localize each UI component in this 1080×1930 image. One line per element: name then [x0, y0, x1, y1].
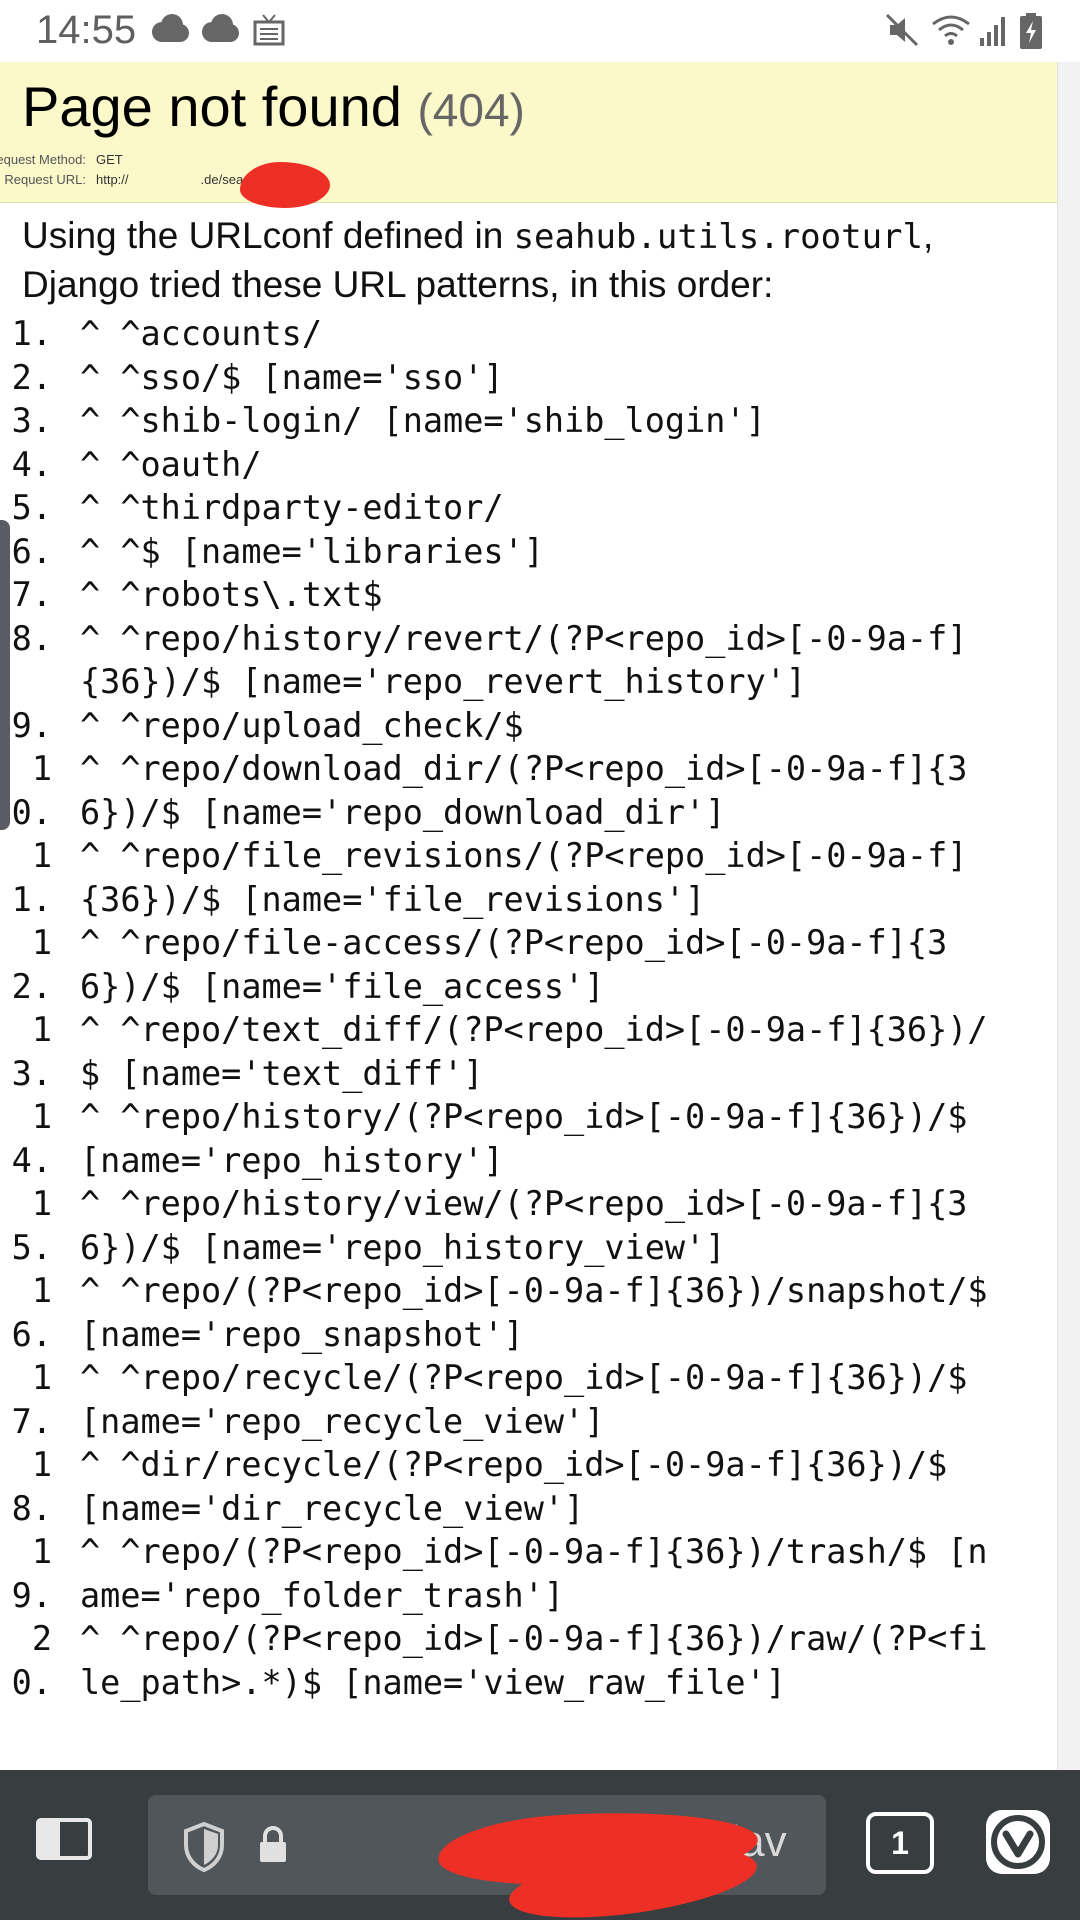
url-pattern-item: 9. ^ ^repo/upload_check/$: [0, 704, 1058, 748]
pattern-text: ^ ^repo/file-access/(?P<repo_id>[-0-9a-f…: [80, 923, 948, 1006]
cloud-icon: [152, 14, 189, 42]
url-pattern-item: 14. ^ ^repo/history/(?P<repo_id>[-0-9a-f]…: [0, 1095, 1058, 1182]
url-pattern-item: 20. ^ ^repo/(?P<repo_id>[-0-9a-f]{36})/ra…: [0, 1617, 1058, 1704]
url-pattern-item: 10. ^ ^repo/download_dir/(?P<repo_id>[-0-…: [0, 747, 1058, 834]
error-code: (404): [417, 84, 525, 136]
cloud-icon: [202, 14, 239, 42]
url-pattern-item: 8. ^ ^repo/history/revert/(?P<repo_id>[-0…: [0, 617, 1058, 704]
signal-icon: [980, 17, 1005, 46]
page-title: Page not found (404): [22, 74, 525, 139]
pattern-text: ^ ^oauth/: [80, 444, 262, 484]
request-method-row: Request Method: GET: [0, 152, 123, 167]
url-pattern-item: 2. ^ ^sso/$ [name='sso']: [0, 356, 1058, 400]
error-page: Page not found (404) Request Method:GET …: [0, 62, 1058, 1770]
url-pattern-item: 3. ^ ^shib-login/ [name='shib_login']: [0, 399, 1058, 443]
battery-charging-icon: [1020, 13, 1042, 49]
request-url-row: Request URL: http://.de/seadav: [0, 172, 264, 187]
pattern-number: 15.: [11, 1184, 52, 1267]
pattern-text: ^ ^repo/history/(?P<repo_id>[-0-9a-f]{36…: [80, 1097, 968, 1180]
url-pattern-item: 15. ^ ^repo/history/view/(?P<repo_id>[-0-…: [0, 1182, 1058, 1269]
url-pattern-item: 5. ^ ^thirdparty-editor/: [0, 486, 1058, 530]
lock-icon: [260, 1826, 286, 1862]
request-method-label: Request Method:: [0, 152, 86, 167]
pattern-number: 18.: [11, 1445, 52, 1528]
request-url-prefix: http://: [96, 172, 129, 187]
pattern-number: 4.: [11, 444, 52, 484]
status-bar: 14:55: [0, 0, 1080, 62]
pattern-text: ^ ^repo/(?P<repo_id>[-0-9a-f]{36})/raw/(…: [80, 1619, 988, 1702]
pattern-text: ^ ^repo/download_dir/(?P<repo_id>[-0-9a-…: [80, 749, 968, 832]
vivaldi-menu-button[interactable]: [986, 1810, 1050, 1874]
error-summary: Page not found (404) Request Method:GET …: [0, 62, 1058, 208]
pattern-number: 14.: [11, 1097, 52, 1180]
url-pattern-item: 6. ^ ^$ [name='libraries']: [0, 530, 1058, 574]
pattern-number: 19.: [11, 1532, 52, 1615]
tab-count-button[interactable]: 1: [866, 1812, 934, 1874]
pattern-number: 12.: [11, 923, 52, 1006]
pattern-number: 20.: [11, 1619, 52, 1702]
url-pattern-item: 16. ^ ^repo/(?P<repo_id>[-0-9a-f]{36})/sn…: [0, 1269, 1058, 1356]
pattern-number: 2.: [11, 357, 52, 397]
pattern-number: 13.: [11, 1010, 52, 1093]
news-icon: [253, 14, 285, 46]
url-pattern-item: 17. ^ ^repo/recycle/(?P<repo_id>[-0-9a-f]…: [0, 1356, 1058, 1443]
pattern-text: ^ ^$ [name='libraries']: [80, 531, 544, 571]
url-pattern-item: 1. ^ ^accounts/: [0, 312, 1058, 356]
vertical-scrollbar[interactable]: [1057, 62, 1080, 1770]
url-pattern-item: 11. ^ ^repo/file_revisions/(?P<repo_id>[-…: [0, 834, 1058, 921]
pattern-number: 1.: [11, 314, 52, 353]
url-pattern-item: 7. ^ ^robots\.txt$: [0, 573, 1058, 617]
pattern-number: 17.: [11, 1358, 52, 1441]
pattern-text: ^ ^sso/$ [name='sso']: [80, 357, 504, 397]
request-url-label: Request URL:: [4, 172, 86, 187]
urlconf-module: seahub.utils.rooturl: [513, 217, 923, 257]
url-pattern-item: 12. ^ ^repo/file-access/(?P<repo_id>[-0-9…: [0, 921, 1058, 1008]
info-prefix: Using the URLconf defined in: [22, 215, 514, 256]
pattern-number: 16.: [11, 1271, 52, 1354]
info-line2: Django tried these URL patterns, in this…: [22, 264, 774, 305]
pattern-text: ^ ^dir/recycle/(?P<repo_id>[-0-9a-f]{36}…: [80, 1445, 948, 1528]
side-panel-handle[interactable]: [0, 520, 10, 830]
url-pattern-list: 1. ^ ^accounts/ 2. ^ ^sso/$ [name='sso'] 3…: [0, 312, 1058, 1704]
pattern-number: 11.: [11, 836, 52, 919]
shield-icon[interactable]: [182, 1821, 226, 1873]
url-pattern-item: 18. ^ ^dir/recycle/(?P<repo_id>[-0-9a-f]{…: [0, 1443, 1058, 1530]
pattern-text: ^ ^repo/(?P<repo_id>[-0-9a-f]{36})/trash…: [80, 1532, 988, 1615]
error-title: Page not found: [22, 75, 402, 138]
pattern-number: 3.: [11, 401, 52, 440]
pattern-text: ^ ^repo/upload_check/$: [80, 705, 524, 745]
wifi-icon: [932, 15, 970, 45]
browser-toolbar: e/seadav 1: [0, 1770, 1080, 1930]
pattern-text: ^ ^repo/(?P<repo_id>[-0-9a-f]{36})/snaps…: [80, 1271, 988, 1354]
pattern-text: ^ ^repo/history/revert/(?P<repo_id>[-0-9…: [80, 618, 968, 702]
pattern-text: ^ ^repo/file_revisions/(?P<repo_id>[-0-9…: [80, 836, 968, 919]
pattern-text: ^ ^repo/text_diff/(?P<repo_id>[-0-9a-f]{…: [80, 1010, 988, 1093]
pattern-text: ^ ^repo/recycle/(?P<repo_id>[-0-9a-f]{36…: [80, 1358, 968, 1441]
redaction-mark: [240, 162, 330, 208]
request-method-value: GET: [96, 152, 123, 167]
pattern-text: ^ ^accounts/: [80, 314, 323, 353]
pattern-text: ^ ^shib-login/ [name='shib_login']: [80, 401, 766, 440]
address-bar[interactable]: e/seadav: [148, 1795, 826, 1930]
status-time: 14:55: [36, 8, 137, 52]
pattern-text: ^ ^thirdparty-editor/: [80, 488, 504, 527]
vivaldi-icon: [991, 1815, 1045, 1869]
url-pattern-item: 13. ^ ^repo/text_diff/(?P<repo_id>[-0-9a-…: [0, 1008, 1058, 1095]
pattern-text: ^ ^repo/history/view/(?P<repo_id>[-0-9a-…: [80, 1184, 968, 1267]
mute-icon: [885, 13, 919, 47]
pattern-text: ^ ^robots\.txt$: [80, 575, 383, 614]
url-pattern-item: 19. ^ ^repo/(?P<repo_id>[-0-9a-f]{36})/tr…: [0, 1530, 1058, 1617]
panel-toggle-button[interactable]: [36, 1818, 92, 1860]
info-suffix: ,: [922, 215, 934, 256]
url-pattern-item: 4. ^ ^oauth/: [0, 443, 1058, 487]
urlconf-info: Using the URLconf defined in seahub.util…: [22, 212, 1042, 309]
